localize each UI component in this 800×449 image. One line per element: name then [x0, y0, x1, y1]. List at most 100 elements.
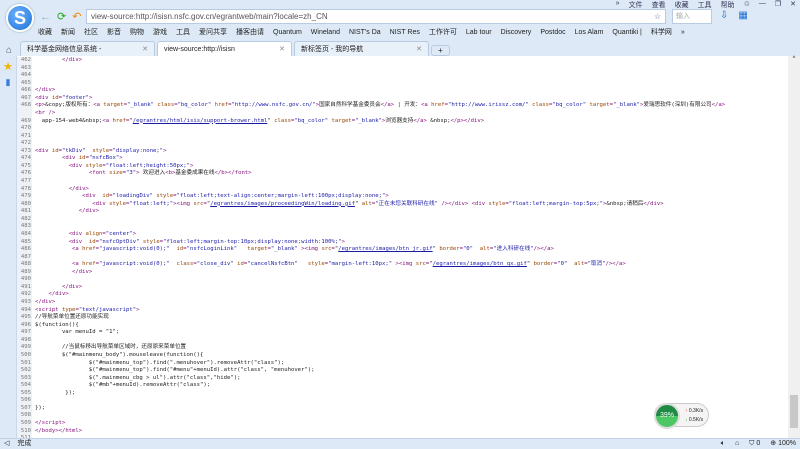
line-number: 490: [17, 276, 32, 284]
bookmark-item[interactable]: Postdoc: [540, 28, 565, 38]
bookmark-item[interactable]: Los Alam: [575, 28, 604, 38]
source-code-view: 462 </div> 463 464 465 466 </div> 467 <div id="…: [17, 56, 788, 438]
tab-label: view-source:http://isisn: [164, 46, 235, 53]
code-line: 477: [17, 178, 788, 186]
browser-logo[interactable]: S: [6, 4, 34, 32]
favorites-star-icon[interactable]: ★: [0, 60, 16, 73]
new-tab-button[interactable]: +: [431, 45, 450, 56]
favorite-star-icon[interactable]: ☆: [654, 12, 661, 21]
skin-icon[interactable]: ♲: [744, 0, 750, 9]
bookmark-item[interactable]: 科学网: [651, 28, 672, 38]
maximize-button[interactable]: ❐: [775, 0, 781, 9]
refresh-icon[interactable]: ⟳: [57, 10, 66, 24]
bookmark-item[interactable]: 购物: [130, 28, 144, 38]
zoom-level: 100%: [778, 440, 796, 447]
line-number: 505: [17, 389, 32, 398]
sidebar-toggle-icon[interactable]: ◁: [4, 440, 9, 447]
bookmark-item[interactable]: 社区: [84, 28, 98, 38]
line-text: <div style="float:left;"><img src="/egra…: [92, 200, 664, 207]
code-line: 468 <p>&copy;版权所有：<a target="_blank" clas…: [17, 102, 788, 110]
code-line: 494 <script type="text/javascript">: [17, 306, 788, 315]
code-line: 504 $("#mb"+menuId).removeAttr("class");: [17, 382, 788, 390]
memory-gauge[interactable]: 39%: [654, 403, 680, 429]
reading-icon[interactable]: ▮: [0, 77, 16, 88]
menu-tools[interactable]: 工具: [698, 0, 712, 9]
line-number: 499: [17, 344, 32, 352]
close-tab-icon[interactable]: ✕: [279, 42, 285, 56]
apps-grid-icon[interactable]: ▦: [738, 10, 747, 21]
code-line: 464: [17, 72, 788, 80]
code-line: 496 $(function(){: [17, 321, 788, 330]
bookmark-item[interactable]: NIST's Da: [349, 28, 381, 38]
bookmark-item[interactable]: 收藏: [38, 28, 52, 38]
code-line: 471: [17, 132, 788, 141]
line-text: </div>: [35, 299, 56, 305]
volume-icon[interactable]: 🔈︎: [721, 439, 725, 449]
downloads-icon[interactable]: ⌂: [735, 439, 739, 449]
bookmark-item[interactable]: Quantum: [273, 28, 302, 38]
bookmark-item[interactable]: Discovery: [501, 28, 532, 38]
bookmark-item[interactable]: 工具: [176, 28, 190, 38]
line-text: $("#mb"+menuId).removeAttr("class");: [35, 382, 211, 389]
search-input[interactable]: 输入: [672, 9, 712, 24]
bookmark-item[interactable]: Wineland: [311, 28, 340, 38]
scroll-up-icon[interactable]: ^: [788, 56, 800, 62]
undo-icon[interactable]: ↶: [72, 10, 81, 24]
line-number: 471: [17, 132, 32, 141]
line-text: app-154-web4&nbsp;<a href="/egrantres/ht…: [35, 117, 485, 124]
line-text: [32, 133, 35, 141]
line-number: 495: [17, 314, 32, 322]
line-text: var menuId = "1";: [35, 329, 120, 336]
menu-more[interactable]: »: [616, 0, 620, 9]
line-text: <a href="javascript:void(0);" id="nsfcLo…: [72, 246, 554, 253]
menu-view[interactable]: 查看: [652, 0, 666, 9]
shield-icon[interactable]: ⛉ 0: [749, 439, 760, 449]
code-line: 466 </div>: [17, 87, 788, 95]
address-bar[interactable]: view-source:http://isisn.nsfc.gov.cn/egr…: [86, 9, 666, 24]
line-number: 498: [17, 336, 32, 345]
sidebar: ★ ▮: [0, 56, 17, 438]
bookmark-item[interactable]: 爱问共享: [199, 28, 227, 38]
line-number: 473: [17, 147, 32, 156]
menu-file[interactable]: 文件: [629, 0, 643, 9]
line-text: $("#mainmenu_top").find(".menuhover").re…: [35, 359, 285, 366]
scrollbar-thumb[interactable]: [790, 395, 798, 428]
bookmark-item[interactable]: 播客由请: [236, 28, 264, 38]
tab-nsfc[interactable]: 科学基金网络信息系统 - ✕: [20, 41, 156, 56]
code-line: 484 <div align="center">: [17, 230, 788, 239]
bookmark-item[interactable]: Quantiki |: [612, 28, 641, 38]
line-number: 467: [17, 94, 32, 103]
menu-favorites[interactable]: 收藏: [675, 0, 689, 9]
close-button[interactable]: ✕: [790, 0, 796, 9]
line-text: });: [35, 389, 76, 396]
bookmark-item[interactable]: 新闻: [61, 28, 75, 38]
download-icon[interactable]: ⇩: [720, 10, 728, 21]
bookmark-item[interactable]: NIST Res: [390, 28, 420, 38]
address-input[interactable]: view-source:http://isisn.nsfc.gov.cn/egr…: [91, 10, 328, 23]
line-number: 475: [17, 162, 32, 171]
line-text: $("#mainmenu_body").mouseleave(function(…: [35, 351, 204, 358]
bookmark-item[interactable]: Lab tour: [466, 28, 492, 38]
line-text: [32, 178, 35, 186]
tab-view-source[interactable]: view-source:http://isisn ✕: [157, 41, 293, 56]
close-tab-icon[interactable]: ✕: [142, 42, 148, 56]
tab-label: 科学基金网络信息系统 -: [27, 46, 102, 53]
home-icon[interactable]: ⌂: [6, 45, 12, 56]
close-tab-icon[interactable]: ✕: [416, 42, 422, 56]
line-number: 480: [17, 200, 32, 209]
zoom-control[interactable]: ⊕ 100%: [770, 439, 796, 449]
bookmark-item[interactable]: 影音: [107, 28, 121, 38]
line-number: 478: [17, 185, 32, 194]
line-number: 494: [17, 306, 32, 315]
bookmark-item[interactable]: »: [681, 28, 685, 38]
bookmark-item[interactable]: 游戏: [153, 28, 167, 38]
vertical-scrollbar[interactable]: ^: [788, 56, 800, 438]
menu-help[interactable]: 帮助: [721, 0, 735, 9]
minimize-button[interactable]: —: [759, 0, 766, 9]
bookmark-item[interactable]: 工作许可: [429, 28, 457, 38]
tab-new-tab[interactable]: 新标签页 - 我的导航 ✕: [294, 41, 430, 56]
back-icon[interactable]: ←: [40, 10, 51, 24]
line-text: </div>: [68, 185, 89, 192]
line-text: <font size="3"> 欢迎进入<b>基金委成果在线</b></font…: [88, 170, 252, 177]
line-number: 507: [17, 404, 32, 413]
